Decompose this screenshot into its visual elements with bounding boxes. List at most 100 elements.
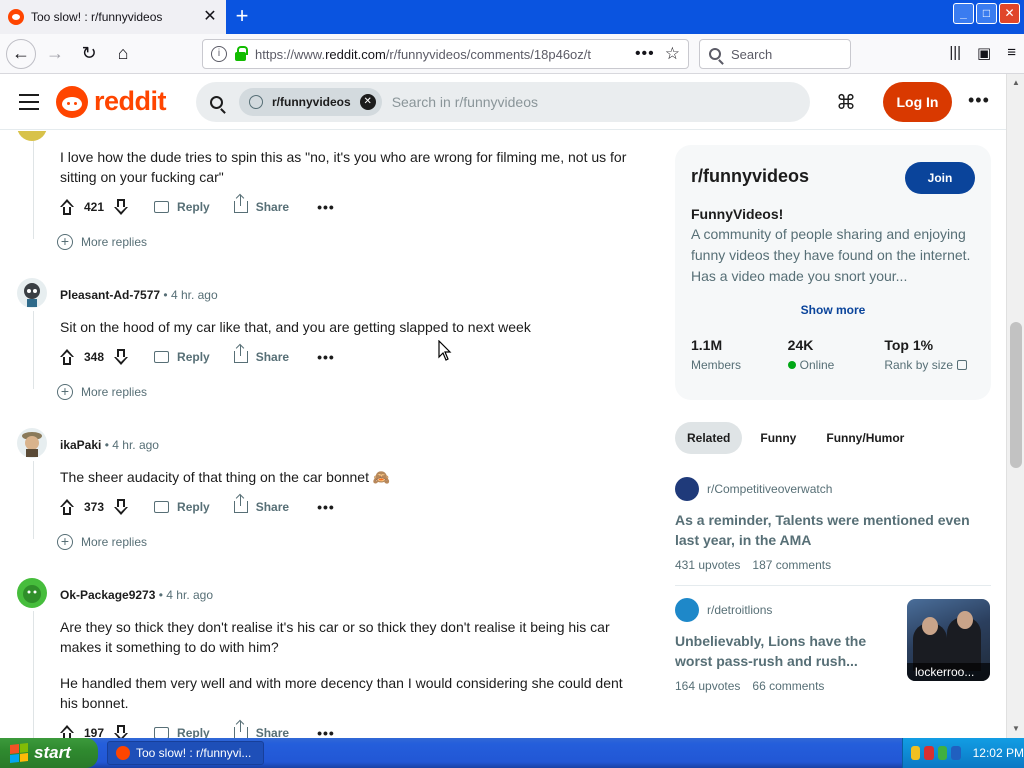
- reply-button[interactable]: Reply: [154, 500, 210, 514]
- tab-related[interactable]: Related: [675, 422, 743, 454]
- avatar[interactable]: [17, 428, 47, 458]
- related-post[interactable]: r/Competitiveoverwatch As a reminder, Ta…: [675, 477, 991, 572]
- share-button[interactable]: Share: [233, 721, 289, 738]
- scroll-up-icon[interactable]: ▲: [1009, 76, 1023, 90]
- avatar[interactable]: [17, 578, 47, 608]
- sidebar-toggle-icon[interactable]: ▣: [977, 44, 991, 62]
- browser-search-input[interactable]: Search: [699, 39, 851, 69]
- url-text[interactable]: https://www.reddit.com/r/funnyvideos/com…: [255, 47, 625, 62]
- share-icon: [233, 721, 248, 738]
- upvote-icon[interactable]: [58, 348, 76, 366]
- windows-flag-icon: [10, 743, 28, 763]
- comment-author[interactable]: ikaPaki: [60, 438, 101, 452]
- divider: [675, 585, 991, 586]
- hamburger-menu-icon[interactable]: [19, 93, 39, 110]
- page-scrollbar[interactable]: ▲ ▼: [1006, 74, 1024, 738]
- advertise-icon[interactable]: ⌘: [834, 90, 858, 114]
- url-bar[interactable]: i https://www.reddit.com/r/funnyvideos/c…: [202, 39, 689, 69]
- comment-time: 4 hr. ago: [166, 588, 214, 602]
- clock: 12:02 PM: [972, 746, 1024, 760]
- more-replies-button[interactable]: + More replies: [57, 234, 147, 250]
- comment-score: 348: [84, 350, 105, 364]
- thread-line: [33, 611, 34, 738]
- browser-tab[interactable]: Too slow! : r/funnyvideos ✕: [0, 0, 226, 34]
- scrollbar-thumb[interactable]: [1010, 322, 1022, 468]
- chip-label: r/funnyvideos: [272, 95, 351, 109]
- close-tab-icon[interactable]: ✕: [200, 7, 220, 27]
- join-button[interactable]: Join: [905, 162, 975, 194]
- related-post-title[interactable]: Unbelievably, Lions have the worst pass-…: [675, 631, 900, 671]
- comment-overflow-icon[interactable]: •••: [317, 725, 335, 738]
- subreddit-icon: [249, 95, 263, 109]
- reply-button[interactable]: Reply: [154, 350, 210, 364]
- system-tray: 12:02 PM: [902, 738, 1024, 768]
- more-options-icon[interactable]: •••: [968, 90, 990, 111]
- plus-circle-icon: +: [57, 384, 73, 400]
- comment-overflow-icon[interactable]: •••: [317, 199, 335, 215]
- home-icon[interactable]: ⌂: [108, 39, 138, 69]
- site-info-icon[interactable]: i: [211, 46, 227, 62]
- stat-rank[interactable]: Top 1% Rank by size: [884, 337, 981, 372]
- show-more-button[interactable]: Show more: [675, 303, 991, 317]
- reddit-search-input[interactable]: r/funnyvideos ✕ Search in r/funnyvideos: [196, 82, 810, 122]
- subreddit-name[interactable]: r/funnyvideos: [691, 166, 809, 187]
- related-subreddit[interactable]: r/detroitlions: [675, 598, 900, 622]
- subreddit-info-card: r/funnyvideos Join FunnyVideos! A commun…: [675, 145, 991, 400]
- tray-volume-icon[interactable]: [951, 746, 961, 760]
- share-button[interactable]: Share: [233, 495, 289, 514]
- comment-author[interactable]: Ok-Package9273: [60, 588, 155, 602]
- page-actions-icon[interactable]: •••: [635, 45, 655, 63]
- reply-icon: [154, 501, 170, 513]
- related-post[interactable]: r/detroitlions Unbelievably, Lions have …: [675, 598, 900, 693]
- close-window-button[interactable]: ✕: [999, 3, 1020, 24]
- share-button[interactable]: Share: [233, 345, 289, 364]
- share-icon: [233, 495, 248, 513]
- comment-overflow-icon[interactable]: •••: [317, 499, 335, 515]
- thread-line: [33, 131, 34, 239]
- tab-title: Too slow! : r/funnyvideos: [31, 10, 163, 24]
- back-icon[interactable]: ←: [6, 38, 36, 69]
- reddit-logo[interactable]: reddit: [56, 85, 167, 118]
- scroll-down-icon[interactable]: ▼: [1009, 722, 1023, 736]
- subreddit-search-chip[interactable]: r/funnyvideos ✕: [239, 88, 382, 116]
- new-tab-button[interactable]: +: [230, 5, 254, 29]
- tray-security-icon[interactable]: [924, 746, 934, 760]
- reply-button[interactable]: Reply: [154, 726, 210, 738]
- downvote-icon[interactable]: [112, 724, 130, 738]
- downvote-icon[interactable]: [112, 348, 130, 366]
- avatar[interactable]: [17, 131, 47, 141]
- related-post-thumbnail[interactable]: lockerroo...: [907, 599, 990, 681]
- login-button[interactable]: Log In: [883, 82, 952, 122]
- tray-update-icon[interactable]: [937, 746, 948, 760]
- share-button[interactable]: Share: [233, 195, 289, 214]
- reddit-header: reddit r/funnyvideos ✕ Search in r/funny…: [0, 74, 1006, 130]
- tab-funny[interactable]: Funny: [748, 422, 808, 454]
- minimize-button[interactable]: _: [953, 3, 974, 24]
- clear-chip-icon[interactable]: ✕: [359, 94, 376, 110]
- upvote-icon[interactable]: [58, 198, 76, 216]
- downvote-icon[interactable]: [112, 198, 130, 216]
- more-replies-button[interactable]: + More replies: [57, 534, 147, 550]
- related-subreddit[interactable]: r/Competitiveoverwatch: [675, 477, 991, 501]
- taskbar-window-button[interactable]: Too slow! : r/funnyvi...: [107, 741, 264, 765]
- comment-overflow-icon[interactable]: •••: [317, 349, 335, 365]
- vote-controls: 197: [58, 724, 130, 738]
- bookmark-star-icon[interactable]: ☆: [665, 44, 680, 64]
- more-replies-button[interactable]: + More replies: [57, 384, 147, 400]
- tab-funny-humor[interactable]: Funny/Humor: [814, 422, 916, 454]
- tray-network-icon[interactable]: [911, 746, 921, 760]
- reply-button[interactable]: Reply: [154, 200, 210, 214]
- vote-controls: 421: [58, 198, 130, 216]
- start-button[interactable]: start: [0, 738, 98, 768]
- upvote-icon[interactable]: [58, 498, 76, 516]
- forward-icon[interactable]: →: [40, 39, 70, 69]
- downvote-icon[interactable]: [112, 498, 130, 516]
- menu-icon[interactable]: ≡: [1007, 44, 1016, 62]
- reload-icon[interactable]: ↻: [74, 39, 104, 69]
- maximize-button[interactable]: □: [976, 3, 997, 24]
- comment-author[interactable]: Pleasant-Ad-7577: [60, 288, 160, 302]
- library-icon[interactable]: |||: [949, 44, 961, 62]
- upvote-icon[interactable]: [58, 724, 76, 738]
- related-post-title[interactable]: As a reminder, Talents were mentioned ev…: [675, 510, 991, 550]
- avatar[interactable]: [17, 278, 47, 308]
